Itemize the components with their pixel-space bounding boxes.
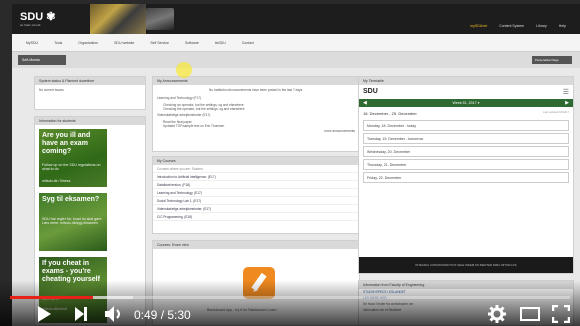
banner-photo-secondary	[146, 8, 174, 30]
panel-text: No current issues	[39, 88, 64, 92]
courses-panel: My Courses Courses where you are: Studen…	[152, 156, 360, 234]
nav-item-self-service[interactable]: Self Service	[150, 41, 169, 45]
panel-header: System status & Planned downtime	[35, 77, 145, 85]
course-list-heading: Courses where you are: Student	[153, 165, 359, 173]
panel-header: My Timetable	[359, 77, 573, 85]
timetable-footer: INTEGRAL CONSISTANNOT.DK SELE INDEM.STUD…	[359, 257, 573, 273]
course-list: Courses where you are: Student Introduct…	[153, 165, 359, 221]
day-row[interactable]: Wednesday, 20. December	[363, 146, 569, 157]
top-link-content[interactable]: Content System	[499, 24, 524, 28]
announcement-course-1[interactable]: Learning and Technology (F17)	[153, 95, 359, 103]
top-links: mySDUnet Content System Library Help	[470, 24, 566, 28]
panel-header: My Courses	[153, 157, 359, 165]
main-nav: MySDU Tools Organization SDU website Sel…	[12, 34, 580, 52]
top-link-library[interactable]: Library	[536, 24, 547, 28]
course-link[interactable]: Social Technology Lab 1, (E17)	[153, 197, 359, 205]
course-link[interactable]: Learning and Technology, (E17)	[153, 189, 359, 197]
nav-item-contact[interactable]: Contact	[242, 41, 254, 45]
volume-icon[interactable]	[104, 305, 124, 323]
nav-item-tools[interactable]: Tools	[54, 41, 62, 45]
progress-bar[interactable]	[10, 296, 570, 299]
duration: 5:30	[167, 308, 191, 322]
panel-header: Information for students	[35, 117, 145, 125]
panel-header: My Announcements	[153, 77, 359, 85]
settings-gear-icon[interactable]	[488, 305, 506, 323]
nav-item-software[interactable]: Software	[185, 41, 199, 45]
day-row[interactable]: Monday, 18. December - today	[363, 120, 569, 131]
week-selector[interactable]: Week 51, 2017 ▾	[453, 101, 480, 105]
top-link-help[interactable]: Help	[559, 24, 566, 28]
panel-header: Courses: Exam view	[153, 241, 359, 249]
menu-icon[interactable]: ☰	[563, 88, 569, 96]
top-link-mysdu[interactable]: mySDUnet	[470, 24, 487, 28]
time-display: 0:49 / 5:30	[134, 308, 191, 322]
time-separator: /	[157, 308, 168, 322]
course-link[interactable]: Dataflow/version, (F18)	[153, 181, 359, 189]
last-updated: Last updated 18/12/17	[543, 111, 569, 114]
week-navigator: ◀ Week 51, 2017 ▾ ▶	[359, 99, 573, 107]
played-progress	[10, 296, 93, 299]
banner-photo	[90, 4, 146, 34]
course-link[interactable]: Introduction to Artificial Intelligence,…	[153, 173, 359, 181]
next-icon[interactable]	[74, 306, 88, 322]
day-row[interactable]: Friday, 22. December	[363, 172, 569, 183]
nav-item-website[interactable]: SDU website	[114, 41, 134, 45]
cursor-highlight	[176, 62, 192, 78]
nav-item-itssdu[interactable]: itsSDU	[215, 41, 226, 45]
promo-syg-eksamen[interactable]: Syg til eksamen? SDU har regler for, hva…	[39, 193, 107, 251]
announcements-panel: My Announcements No Institution Announce…	[152, 76, 360, 152]
logo-subtitle: ek fradu sdu.dk	[20, 23, 41, 27]
browser-page: SDU ✾ ek fradu sdu.dk mySDUnet Content S…	[12, 4, 580, 326]
current-time: 0:49	[134, 308, 158, 322]
more-announcements-link[interactable]: more announcements	[153, 128, 359, 136]
nav-item-mysdu[interactable]: MySDU	[26, 41, 38, 45]
sdu-logo-icon: ✾	[46, 11, 56, 23]
personalize-page-button[interactable]: Personalize Page	[532, 56, 572, 64]
course-link[interactable]: C/C Programming, (E18)	[153, 213, 359, 221]
nav-item-organization[interactable]: Organization	[78, 41, 98, 45]
date-range: 18. December - 25. December	[363, 111, 417, 116]
course-link[interactable]: Videnskabelige arbejdsmetoder, (E17)	[153, 205, 359, 213]
timetable-logo: SDU	[363, 88, 378, 95]
system-status-panel: System status & Planned downtime No curr…	[34, 76, 146, 110]
sdu-logo[interactable]: SDU ✾	[20, 10, 56, 23]
theater-mode-icon[interactable]	[520, 307, 540, 321]
module-tab[interactable]: Self-Mondo	[18, 55, 66, 65]
announcements-note: No Institution Announcements have been p…	[208, 88, 304, 92]
play-icon[interactable]	[36, 305, 52, 323]
day-row[interactable]: Tuesday, 19. December - tomorrow	[363, 133, 569, 144]
sub-toolbar: Self-Mondo Personalize Page	[12, 52, 580, 68]
prev-week-icon[interactable]: ◀	[363, 99, 367, 107]
fullscreen-icon[interactable]	[552, 305, 570, 323]
top-header: SDU ✾ ek fradu sdu.dk mySDUnet Content S…	[12, 4, 580, 34]
next-week-icon[interactable]: ▶	[565, 99, 569, 107]
promo-ill-exam[interactable]: Are you ill and have an exam coming? Fol…	[39, 129, 107, 187]
timetable-panel: My Timetable SDU ☰ ◀ Week 51, 2017 ▾ ▶ 1…	[358, 76, 574, 274]
announcement-course-2[interactable]: Videnskabelige arbejdsmetoder (E17)	[153, 111, 359, 120]
day-row[interactable]: Thursday, 21. December	[363, 159, 569, 170]
